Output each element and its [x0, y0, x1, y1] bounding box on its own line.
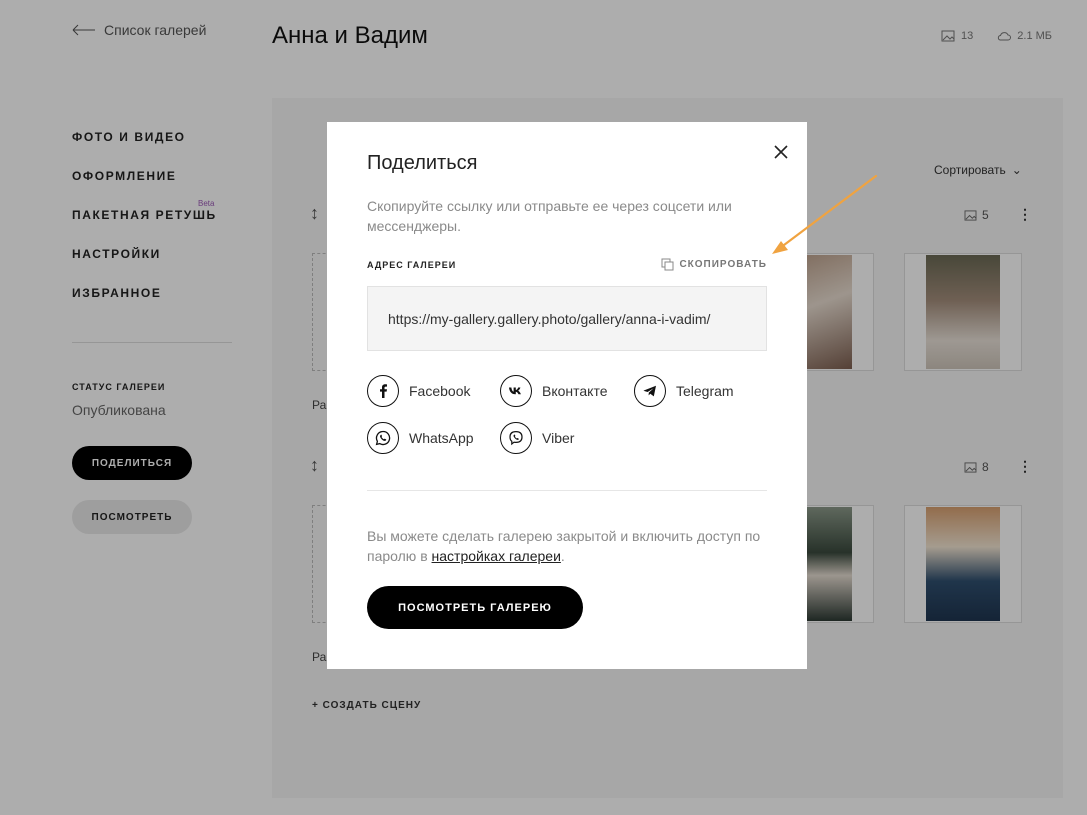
- social-label: Вконтакте: [542, 383, 608, 399]
- share-viber[interactable]: Viber: [500, 422, 574, 454]
- gallery-url-text: https://my-gallery.gallery.photo/gallery…: [388, 310, 711, 327]
- gallery-address-label: АДРЕС ГАЛЕРЕИ: [367, 260, 457, 270]
- vk-icon: [509, 387, 521, 395]
- social-label: Telegram: [676, 383, 734, 399]
- share-telegram[interactable]: Telegram: [634, 375, 734, 407]
- view-gallery-button[interactable]: ПОСМОТРЕТЬ ГАЛЕРЕЮ: [367, 586, 583, 629]
- gallery-settings-link[interactable]: настройках галереи: [432, 548, 561, 564]
- social-label: Facebook: [409, 383, 471, 399]
- privacy-note: Вы можете сделать галерею закрытой и вкл…: [367, 526, 777, 566]
- share-modal: Поделиться Скопируйте ссылку или отправь…: [327, 122, 807, 669]
- whatsapp-icon: [375, 430, 391, 446]
- modal-description: Скопируйте ссылку или отправьте ее через…: [367, 198, 732, 234]
- gallery-url-field[interactable]: https://my-gallery.gallery.photo/gallery…: [367, 286, 767, 351]
- copy-link-button[interactable]: СКОПИРОВАТЬ: [661, 258, 767, 271]
- social-label: WhatsApp: [409, 430, 474, 446]
- copy-icon: [661, 258, 674, 271]
- modal-divider: [367, 490, 767, 491]
- close-icon[interactable]: [771, 142, 791, 162]
- viber-icon: [509, 430, 523, 446]
- modal-title: Поделиться: [367, 152, 478, 174]
- share-vkontakte[interactable]: Вконтакте: [500, 375, 608, 407]
- share-facebook[interactable]: Facebook: [367, 375, 470, 407]
- social-label: Viber: [542, 430, 575, 446]
- annotation-arrow-icon: [772, 174, 878, 254]
- share-whatsapp[interactable]: WhatsApp: [367, 422, 474, 454]
- copy-label: СКОПИРОВАТЬ: [679, 259, 767, 270]
- facebook-icon: [380, 384, 387, 398]
- telegram-icon: [643, 385, 656, 397]
- note-suffix: .: [560, 548, 565, 564]
